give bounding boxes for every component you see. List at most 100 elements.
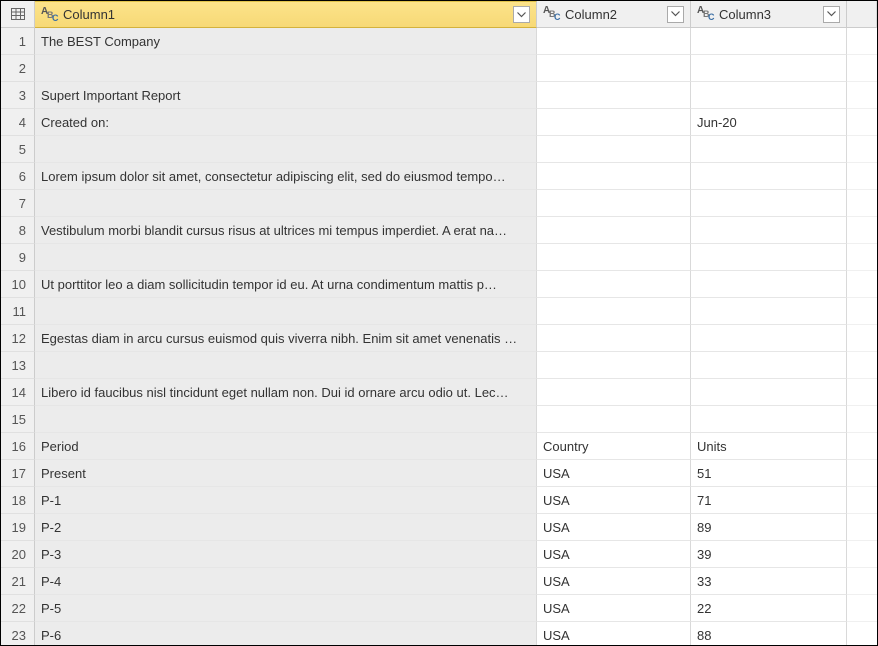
column-filter-dropdown[interactable] [513,6,530,23]
cell[interactable] [691,82,847,109]
cell[interactable] [691,352,847,379]
cell[interactable] [537,271,691,298]
cell[interactable]: 89 [691,514,847,541]
cell[interactable]: P-6 [35,622,537,646]
cell[interactable]: 88 [691,622,847,646]
row-number[interactable]: 4 [1,109,35,136]
cell[interactable]: P-1 [35,487,537,514]
cell[interactable] [691,379,847,406]
cell[interactable]: Libero id faucibus nisl tincidunt eget n… [35,379,537,406]
row-number[interactable]: 17 [1,460,35,487]
cell[interactable] [691,325,847,352]
cell[interactable] [537,190,691,217]
cell[interactable] [35,244,537,271]
cell[interactable]: Units [691,433,847,460]
cell[interactable] [35,352,537,379]
cell[interactable] [537,298,691,325]
row-number[interactable]: 21 [1,568,35,595]
cell[interactable]: USA [537,622,691,646]
cell[interactable] [691,136,847,163]
cell[interactable]: USA [537,541,691,568]
cell[interactable] [537,82,691,109]
cell[interactable] [691,190,847,217]
cell[interactable] [35,406,537,433]
cell[interactable]: Period [35,433,537,460]
row-number[interactable]: 5 [1,136,35,163]
cell[interactable] [537,136,691,163]
cell[interactable]: 22 [691,595,847,622]
cell[interactable]: P-5 [35,595,537,622]
cell[interactable]: Country [537,433,691,460]
cell[interactable] [537,406,691,433]
cell[interactable]: Lorem ipsum dolor sit amet, consectetur … [35,163,537,190]
row-number[interactable]: 8 [1,217,35,244]
row-number[interactable]: 7 [1,190,35,217]
cell[interactable] [691,271,847,298]
cell[interactable] [35,136,537,163]
row-number[interactable]: 11 [1,298,35,325]
column-header-3[interactable]: ABCColumn3 [691,1,847,28]
cell[interactable]: The BEST Company [35,28,537,55]
cell[interactable] [537,325,691,352]
cell[interactable]: USA [537,514,691,541]
cell[interactable]: Supert Important Report [35,82,537,109]
cell[interactable] [537,379,691,406]
cell[interactable] [691,244,847,271]
cell[interactable] [537,352,691,379]
cell[interactable]: USA [537,460,691,487]
cell[interactable] [691,217,847,244]
row-number[interactable]: 2 [1,55,35,82]
cell[interactable]: P-4 [35,568,537,595]
cell[interactable] [691,55,847,82]
row-number[interactable]: 9 [1,244,35,271]
cell[interactable]: Ut porttitor leo a diam sollicitudin tem… [35,271,537,298]
cell[interactable]: 51 [691,460,847,487]
cell[interactable]: Jun-20 [691,109,847,136]
cell[interactable] [537,217,691,244]
cell[interactable]: Egestas diam in arcu cursus euismod quis… [35,325,537,352]
cell[interactable]: 33 [691,568,847,595]
cell[interactable]: 39 [691,541,847,568]
cell[interactable] [691,163,847,190]
cell[interactable]: P-2 [35,514,537,541]
cell[interactable] [691,28,847,55]
cell[interactable] [35,190,537,217]
row-filler [847,514,877,541]
select-all-corner[interactable] [1,1,35,28]
row-number[interactable]: 23 [1,622,35,646]
column-filter-dropdown[interactable] [667,6,684,23]
row-number[interactable]: 3 [1,82,35,109]
row-number[interactable]: 20 [1,541,35,568]
cell[interactable] [691,406,847,433]
cell[interactable]: Created on: [35,109,537,136]
row-number[interactable]: 18 [1,487,35,514]
cell[interactable]: Present [35,460,537,487]
cell[interactable]: USA [537,487,691,514]
cell[interactable]: 71 [691,487,847,514]
row-number[interactable]: 1 [1,28,35,55]
cell[interactable] [537,109,691,136]
row-number[interactable]: 22 [1,595,35,622]
cell[interactable] [537,244,691,271]
cell[interactable] [537,55,691,82]
row-number[interactable]: 15 [1,406,35,433]
row-number[interactable]: 12 [1,325,35,352]
row-number[interactable]: 13 [1,352,35,379]
cell[interactable] [537,163,691,190]
cell[interactable]: Vestibulum morbi blandit cursus risus at… [35,217,537,244]
column-header-1[interactable]: ABCColumn1 [35,1,537,28]
cell[interactable] [537,28,691,55]
cell[interactable]: USA [537,595,691,622]
row-number[interactable]: 10 [1,271,35,298]
cell[interactable] [35,55,537,82]
column-filter-dropdown[interactable] [823,6,840,23]
row-number[interactable]: 16 [1,433,35,460]
cell[interactable]: USA [537,568,691,595]
row-number[interactable]: 14 [1,379,35,406]
cell[interactable]: P-3 [35,541,537,568]
row-number[interactable]: 19 [1,514,35,541]
row-number[interactable]: 6 [1,163,35,190]
cell[interactable] [35,298,537,325]
cell[interactable] [691,298,847,325]
column-header-2[interactable]: ABCColumn2 [537,1,691,28]
